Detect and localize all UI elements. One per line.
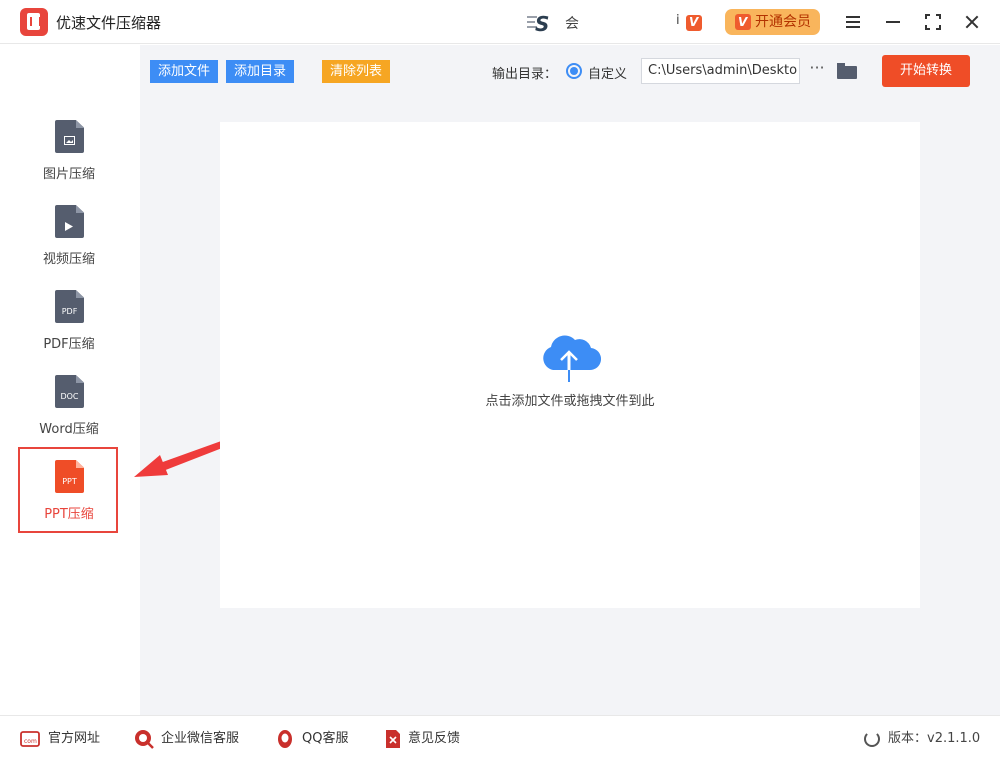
image-file-icon — [55, 120, 84, 153]
wechat-icon — [135, 730, 154, 749]
sidebar-item-pdf[interactable]: PDF PDF压缩 — [20, 290, 118, 375]
file-tag: PDF — [61, 307, 78, 316]
svg-text:S: S — [535, 12, 549, 34]
menu-icon[interactable] — [840, 9, 866, 35]
feedback-link[interactable]: 意见反馈 — [408, 729, 460, 749]
upload-cloud-icon — [543, 335, 601, 382]
file-tag: DOC — [60, 392, 79, 401]
output-path-field[interactable]: C:\Users\admin\Deskto — [641, 58, 800, 84]
highlight-box — [18, 447, 118, 533]
sidebar-item-video[interactable]: 视频压缩 — [20, 205, 118, 290]
qq-service-link[interactable]: QQ客服 — [302, 729, 348, 749]
toolbar: 添加文件 添加目录 清除列表 输出目录： 自定义 C:\Users\admin\… — [140, 45, 1000, 100]
start-convert-button[interactable]: 开始转换 — [882, 55, 970, 87]
qq-icon — [278, 730, 292, 748]
sidebar-item-image[interactable]: 图片压缩 — [20, 120, 118, 205]
refresh-icon[interactable] — [864, 731, 880, 747]
open-vip-label: 开通会员 — [755, 14, 811, 30]
video-file-icon — [55, 205, 84, 238]
pdf-file-icon: PDF — [55, 290, 84, 323]
drop-zone[interactable]: 点击添加文件或拖拽文件到此 — [220, 122, 920, 608]
sidebar-item-label: 图片压缩 — [42, 167, 95, 182]
vip-mini-text: i — [676, 13, 680, 28]
doc-file-icon: DOC — [55, 375, 84, 408]
sidebar-item-label: Word压缩 — [39, 422, 99, 437]
more-options-icon[interactable]: ··· — [808, 58, 826, 80]
drop-hint-text: 点击添加文件或拖拽文件到此 — [485, 394, 655, 409]
notice-text: 会 — [565, 16, 579, 32]
brand-s-icon: S — [527, 12, 549, 34]
app-logo-icon — [20, 8, 48, 36]
vip-mini-icon[interactable] — [686, 15, 702, 31]
website-link[interactable]: 官方网址 — [48, 729, 100, 749]
feedback-icon — [386, 730, 400, 748]
custom-radio[interactable] — [566, 63, 582, 79]
minimize-icon[interactable] — [880, 9, 906, 35]
add-directory-button[interactable]: 添加目录 — [226, 60, 295, 83]
wechat-service-link[interactable]: 企业微信客服 — [161, 729, 239, 749]
close-icon[interactable] — [959, 9, 985, 35]
add-file-button[interactable]: 添加文件 — [150, 60, 219, 83]
custom-radio-label: 自定义 — [588, 67, 628, 82]
output-dir-label: 输出目录： — [492, 67, 558, 82]
svg-text:com: com — [24, 738, 37, 745]
sidebar-item-label: PDF压缩 — [43, 337, 95, 352]
title-bar: 优速文件压缩器 S 会 i 开通会员 — [0, 0, 1000, 44]
open-vip-button[interactable]: 开通会员 — [725, 9, 820, 35]
maximize-icon[interactable] — [920, 9, 946, 35]
clear-list-button[interactable]: 清除列表 — [322, 60, 391, 83]
open-folder-icon[interactable] — [837, 63, 857, 79]
app-window: 优速文件压缩器 S 会 i 开通会员 — [0, 0, 1000, 760]
website-icon: com — [20, 731, 40, 747]
app-title: 优速文件压缩器 — [56, 14, 162, 32]
footer: com 官方网址 企业微信客服 QQ客服 意见反馈 版本：v2.1.1.0 — [0, 715, 1000, 760]
version-text: 版本：v2.1.1.0 — [888, 731, 981, 746]
sidebar-item-label: 视频压缩 — [42, 252, 95, 267]
vip-icon — [735, 9, 751, 35]
